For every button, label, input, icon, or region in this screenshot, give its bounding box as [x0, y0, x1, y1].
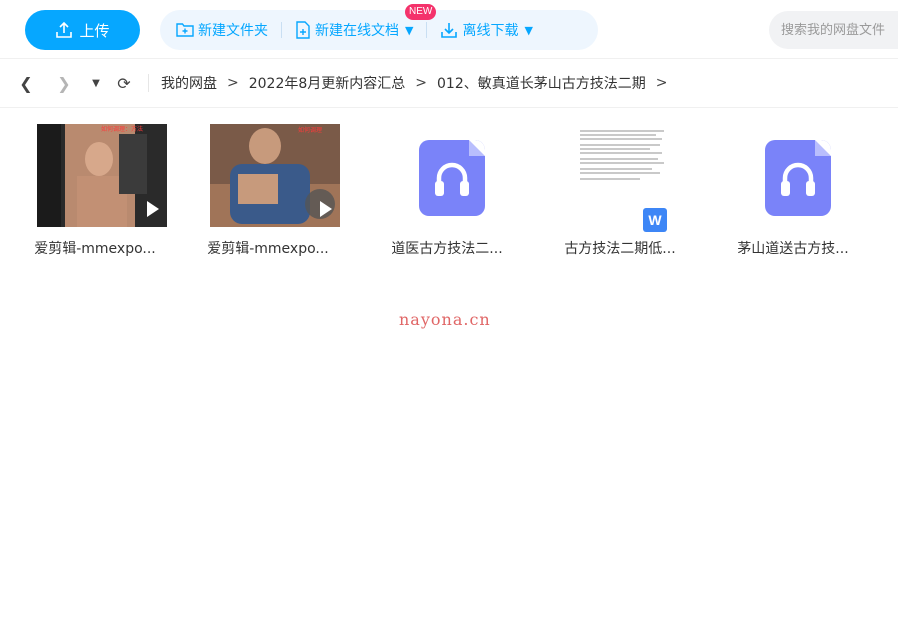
- new-folder-label: 新建文件夹: [198, 23, 268, 39]
- file-name: 古方技法二期低...: [564, 241, 676, 257]
- play-icon: [320, 201, 332, 217]
- breadcrumb-current-folder[interactable]: 012、敏真道长茅山古方技法二期: [437, 73, 646, 93]
- upload-button[interactable]: 上传: [25, 10, 140, 50]
- refresh-icon[interactable]: ⟳: [114, 74, 134, 93]
- history-dropdown-icon[interactable]: ▼: [86, 78, 106, 89]
- divider: [148, 74, 149, 92]
- folder-plus-icon: [176, 23, 194, 37]
- search-input[interactable]: [769, 11, 898, 49]
- new-doc-icon: [296, 21, 310, 39]
- thumb-caption: 如何调理: [298, 126, 322, 134]
- new-doc-label: 新建在线文档: [315, 23, 399, 39]
- video-thumbnail: 如何调理：方法: [37, 124, 167, 227]
- breadcrumb-my-disk[interactable]: 我的网盘: [161, 73, 217, 93]
- file-name: 道医古方技法二...: [391, 241, 503, 257]
- video-thumbnail: 如何调理: [210, 124, 340, 227]
- new-badge: NEW: [405, 4, 437, 20]
- offline-download-label: 离线下载: [462, 23, 519, 39]
- divider: [426, 22, 428, 38]
- action-group: 新建文件夹 新建在线文档 ▼ NEW 离线下载 ▼: [160, 4, 598, 50]
- thumb-caption: 如何调理：方法: [101, 125, 143, 133]
- upload-icon: [56, 21, 73, 38]
- breadcrumb-separator-icon: >: [655, 75, 668, 91]
- offline-download-button[interactable]: 离线下载 ▼: [440, 20, 533, 40]
- upload-label: 上传: [79, 21, 110, 40]
- toolbar: 上传 新建文件夹 新建在线文档 ▼ NEW 离线下载 ▼: [0, 0, 898, 60]
- divider: [281, 22, 282, 38]
- play-icon: [147, 201, 159, 217]
- word-doc-icon: W: [643, 208, 667, 232]
- caret-down-icon: ▼: [405, 23, 414, 37]
- file-name: 爱剪辑-mmexpo...: [207, 241, 329, 257]
- caret-down-icon: ▼: [524, 23, 533, 37]
- audio-file-icon: [419, 140, 485, 216]
- back-arrow-icon[interactable]: ❮: [16, 74, 36, 93]
- file-grid: 如何调理：方法 爱剪辑-mmexpo... 如何调理 爱剪辑-mmexpo...: [0, 120, 898, 280]
- download-icon: [441, 23, 458, 38]
- new-online-doc-button[interactable]: 新建在线文档 ▼: [295, 20, 413, 40]
- breadcrumb-folder[interactable]: 2022年8月更新内容汇总: [249, 73, 406, 93]
- path-bar: ❮ ❯ ▼ ⟳ 我的网盘 > 2022年8月更新内容汇总 > 012、敏真道长茅…: [0, 58, 898, 108]
- file-name: 茅山道送古方技...: [737, 241, 849, 257]
- watermark-text: nayona.cn: [399, 310, 491, 329]
- audio-file-icon: [765, 140, 831, 216]
- file-name: 爱剪辑-mmexpo...: [34, 241, 156, 257]
- forward-arrow-icon[interactable]: ❯: [54, 74, 74, 93]
- new-folder-button[interactable]: 新建文件夹: [176, 20, 268, 40]
- breadcrumb-separator-icon: >: [415, 75, 428, 91]
- breadcrumb-separator-icon: >: [227, 75, 239, 91]
